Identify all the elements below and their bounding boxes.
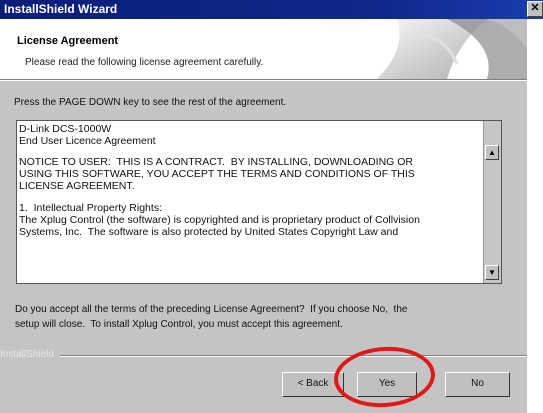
scroll-up-button[interactable]: ▲: [485, 145, 499, 160]
header-separator: [0, 79, 527, 81]
close-button[interactable]: ✕: [527, 1, 543, 17]
yes-button[interactable]: Yes: [357, 372, 417, 397]
license-textbox[interactable]: D-Link DCS-1000W End User Licence Agreem…: [16, 120, 502, 284]
installshield-dialog: InstallShield Wizard ✕ License Agreement…: [0, 0, 543, 413]
header-panel: License Agreement Please read the follow…: [0, 19, 527, 79]
scroll-down-button[interactable]: ▼: [485, 265, 499, 280]
license-content: D-Link DCS-1000W End User Licence Agreem…: [19, 123, 483, 238]
vertical-scrollbar[interactable]: ▲ ▼: [483, 121, 501, 283]
accept-question: Do you accept all the terms of the prece…: [15, 302, 515, 332]
question-line: Do you accept all the terms of the prece…: [15, 304, 408, 315]
close-icon: ✕: [530, 2, 540, 14]
installshield-brand: InstallShield: [0, 349, 54, 360]
title-bar: InstallShield Wizard ✕: [0, 0, 543, 19]
no-button[interactable]: No: [445, 372, 510, 397]
license-line: D-Link DCS-1000W: [19, 123, 112, 135]
back-button[interactable]: < Back: [282, 372, 344, 397]
license-line: NOTICE TO USER: THIS IS A CONTRACT. BY I…: [19, 156, 414, 168]
footer-separator: [60, 355, 527, 357]
page-title: License Agreement: [17, 35, 119, 47]
license-line: The Xplug Control (the software) is copy…: [19, 214, 420, 226]
window-title: InstallShield Wizard: [4, 2, 118, 16]
question-line: setup will close. To install Xplug Contr…: [15, 319, 343, 330]
license-line: End User Licence Agreement: [19, 135, 156, 147]
arrow-up-icon: ▲: [488, 148, 496, 157]
license-line: LICENSE AGREEMENT.: [19, 180, 135, 192]
arrow-down-icon: ▼: [488, 268, 496, 277]
instruction-text: Press the PAGE DOWN key to see the rest …: [14, 97, 287, 108]
header-graphic-icon: [337, 19, 527, 79]
license-line: USING THIS SOFTWARE, YOU ACCEPT THE TERM…: [19, 168, 415, 180]
license-line: 1. Intellectual Property Rights:: [19, 202, 162, 214]
page-subtitle: Please read the following license agreem…: [25, 57, 264, 68]
license-line: Systems, Inc. The software is also prote…: [19, 226, 399, 238]
